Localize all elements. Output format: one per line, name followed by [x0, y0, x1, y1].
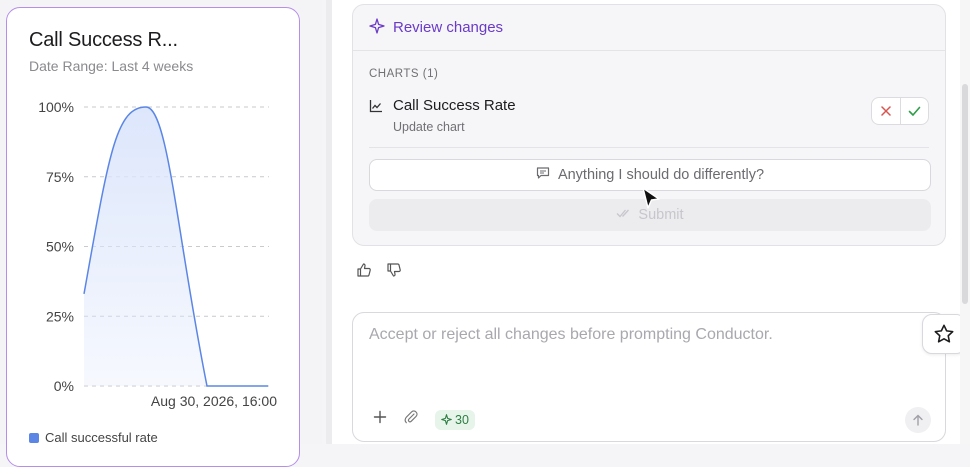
change-item-subtitle: Update chart: [393, 120, 465, 134]
prompt-placeholder: Accept or reject all changes before prom…: [369, 326, 773, 343]
chart-legend: Call successful rate: [29, 430, 158, 445]
call-success-chart: 100% 75% 50% 25% 0% Aug 30, 2026, 16:00: [38, 99, 277, 409]
series-area: [84, 107, 268, 386]
accept-button[interactable]: [900, 98, 928, 124]
review-header: Review changes: [353, 5, 945, 51]
double-check-icon: [616, 207, 632, 223]
line-chart-icon: [369, 99, 383, 113]
conductor-panel: Review changes CHARTS (1) Call Success R…: [332, 0, 970, 444]
left-panel: Call Success R... Date Range: Last 4 wee…: [0, 0, 322, 467]
reject-button[interactable]: [872, 98, 900, 124]
star-icon: [934, 324, 954, 343]
y-tick-label: 100%: [38, 99, 74, 115]
mouse-cursor-icon: [640, 186, 662, 217]
x-icon: [881, 106, 891, 116]
review-header-label: Review changes: [393, 19, 504, 36]
arrow-up-icon: [913, 414, 923, 426]
thumbs-up-icon[interactable]: [356, 262, 372, 283]
check-icon: [908, 106, 921, 116]
paperclip-icon[interactable]: [403, 409, 419, 430]
y-tick-label: 0%: [54, 378, 74, 394]
scrollbar[interactable]: [960, 0, 970, 444]
scrollbar-thumb[interactable]: [962, 84, 968, 304]
sparkle-icon: [369, 17, 385, 38]
chart-card[interactable]: Call Success R... Date Range: Last 4 wee…: [6, 7, 300, 467]
change-item-actions: [871, 97, 929, 125]
prompt-input-box[interactable]: Accept or reject all changes before prom…: [352, 312, 946, 442]
change-item-chart: Call Success Rate Update chart: [369, 97, 516, 134]
charts-section-label: CHARTS (1): [369, 68, 439, 80]
credits-sparkle-icon: [441, 414, 452, 425]
prompt-tools: 30: [373, 409, 475, 430]
y-tick-label: 25%: [46, 308, 74, 324]
y-tick-label: 50%: [46, 239, 74, 255]
legend-swatch: [29, 432, 39, 443]
credits-badge[interactable]: 30: [435, 409, 475, 430]
legend-label: Call successful rate: [45, 430, 158, 445]
review-separator: [369, 147, 929, 148]
change-item-title: Call Success Rate: [393, 97, 516, 114]
x-tick-label: Aug 30, 2026, 16:00: [151, 393, 277, 409]
message-icon: [536, 166, 550, 184]
feedback-thumbs: [356, 262, 402, 283]
send-button[interactable]: [905, 407, 931, 433]
y-tick-label: 75%: [46, 169, 74, 185]
plus-icon[interactable]: [373, 410, 387, 429]
feedback-label: Anything I should do differently?: [557, 167, 765, 183]
thumbs-down-icon[interactable]: [386, 262, 402, 283]
credits-count: 30: [455, 412, 469, 427]
